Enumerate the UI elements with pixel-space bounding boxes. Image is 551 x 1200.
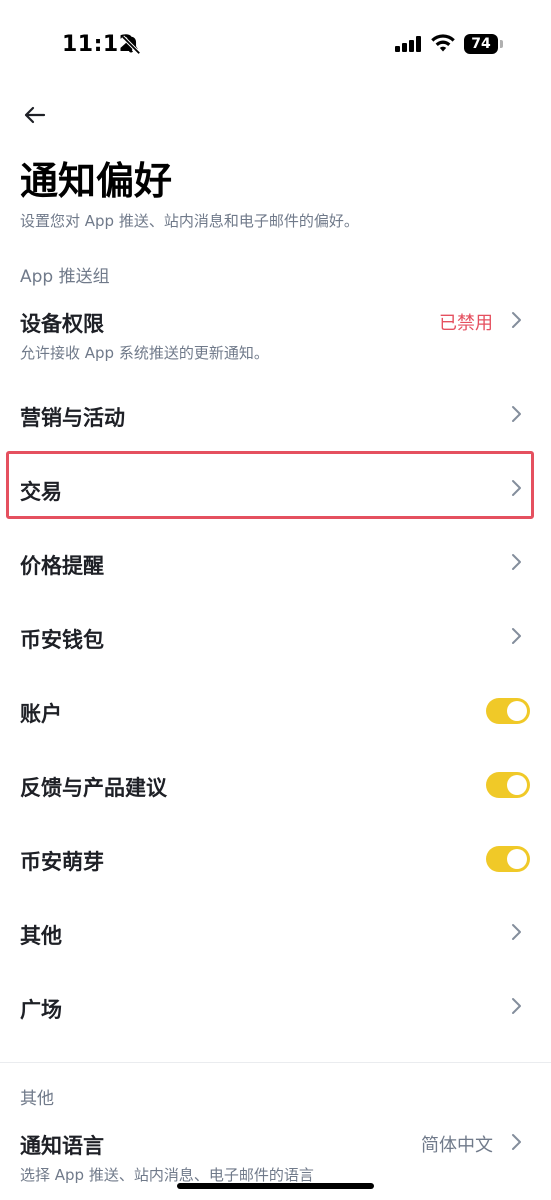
- row-title: 广场: [20, 998, 62, 1022]
- row-title: 账户: [20, 702, 62, 726]
- page-title: 通知偏好: [20, 159, 173, 203]
- bell-slash-icon: [121, 35, 141, 55]
- signal-icon: [395, 36, 421, 52]
- chevron-right-icon: [512, 1134, 521, 1150]
- section-label-other: 其他: [20, 1089, 54, 1109]
- row-title: 通知语言: [20, 1134, 104, 1158]
- row-wallet[interactable]: 币安钱包: [0, 606, 551, 668]
- status-value: 已禁用: [439, 313, 493, 334]
- row-title: 币安萌芽: [20, 850, 104, 874]
- row-price-alert[interactable]: 价格提醒: [0, 532, 551, 594]
- chevron-right-icon: [512, 628, 521, 644]
- row-device-permission[interactable]: 设备权限 允许接收 App 系统推送的更新通知。 已禁用: [0, 300, 551, 370]
- row-account: 账户: [0, 680, 551, 742]
- chevron-right-icon: [512, 998, 521, 1014]
- chevron-right-icon: [512, 312, 521, 328]
- row-title: 反馈与产品建议: [20, 776, 167, 800]
- battery-level: 74: [464, 34, 498, 54]
- row-feedback: 反馈与产品建议: [0, 754, 551, 816]
- feedback-toggle[interactable]: [486, 772, 530, 798]
- chevron-right-icon: [512, 924, 521, 940]
- page-subtitle: 设置您对 App 推送、站内消息和电子邮件的偏好。: [20, 212, 359, 230]
- wifi-icon: [431, 34, 455, 52]
- language-value: 简体中文: [421, 1135, 493, 1156]
- account-toggle[interactable]: [486, 698, 530, 724]
- row-sprout: 币安萌芽: [0, 828, 551, 890]
- back-arrow-icon[interactable]: [20, 100, 50, 130]
- row-title: 其他: [20, 924, 62, 948]
- row-marketing[interactable]: 营销与活动: [0, 384, 551, 446]
- section-divider: [0, 1062, 551, 1063]
- row-description: 允许接收 App 系统推送的更新通知。: [20, 344, 269, 362]
- row-title: 币安钱包: [20, 628, 104, 652]
- status-bar: 11:12 74: [0, 0, 551, 90]
- home-indicator: [177, 1183, 374, 1189]
- chevron-right-icon: [512, 554, 521, 570]
- row-language[interactable]: 通知语言 选择 App 推送、站内消息、电子邮件的语言 简体中文: [0, 1122, 551, 1192]
- row-description: 选择 App 推送、站内消息、电子邮件的语言: [20, 1166, 314, 1184]
- row-title: 价格提醒: [20, 554, 104, 578]
- chevron-right-icon: [512, 406, 521, 422]
- sprout-toggle[interactable]: [486, 846, 530, 872]
- row-title: 营销与活动: [20, 406, 125, 430]
- highlight-box: [6, 451, 534, 519]
- battery-icon: 74: [464, 34, 504, 54]
- row-others[interactable]: 其他: [0, 902, 551, 964]
- row-title: 设备权限: [20, 312, 104, 336]
- section-label-app-push: App 推送组: [20, 267, 110, 287]
- row-square[interactable]: 广场: [0, 976, 551, 1038]
